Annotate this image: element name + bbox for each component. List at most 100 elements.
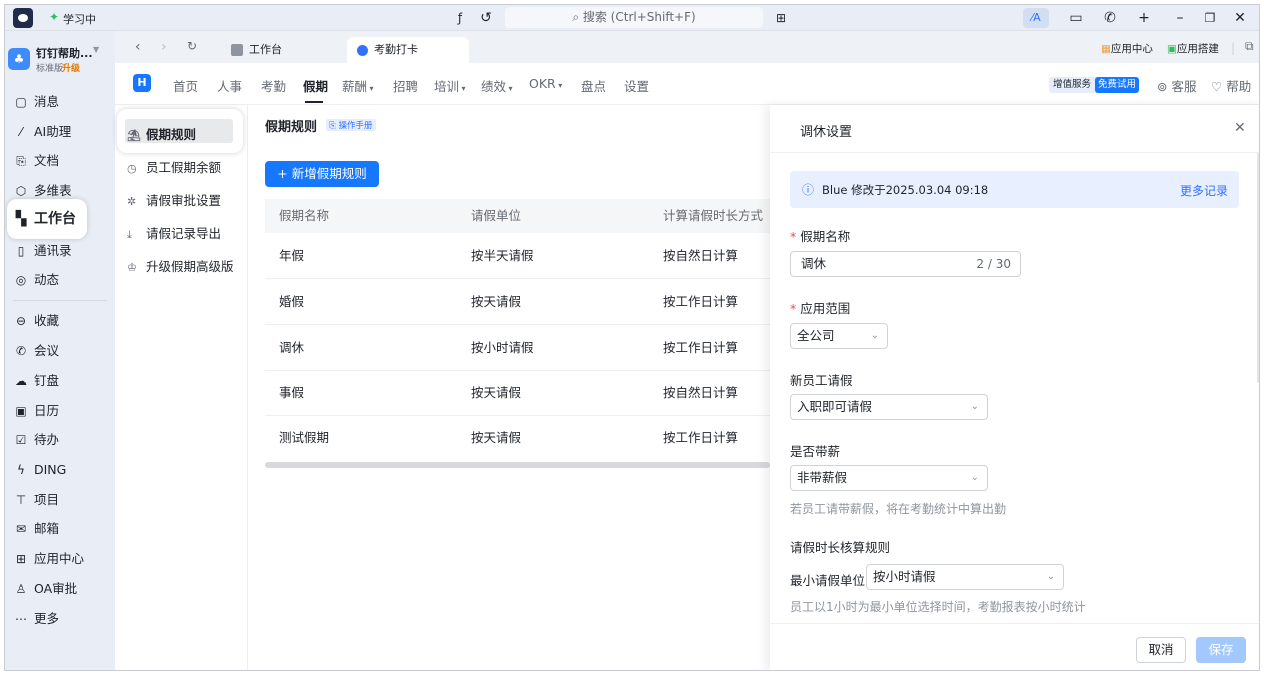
app-builder-link[interactable]: ▣应用搭建 [1167, 41, 1219, 56]
submenu-export-records[interactable]: ⤓ 请假记录导出 [127, 223, 221, 242]
sidebar-item-contacts[interactable]: ▯ 通讯录 [5, 237, 115, 265]
screen-icon[interactable]: ▭ [1067, 9, 1085, 27]
add-icon[interactable]: + [1135, 9, 1153, 27]
upgrade-link[interactable]: 升级 [62, 61, 80, 74]
sidebar-item-calendar[interactable]: ▣ 日历 [5, 397, 115, 425]
vertical-scrollbar[interactable] [1257, 153, 1259, 383]
submenu-leave-rules[interactable]: ⛱ 假期规则 [127, 124, 196, 143]
tab-attendance[interactable]: 考勤打卡 [347, 37, 469, 63]
nav-hr[interactable]: 人事 [217, 76, 242, 95]
avatar[interactable] [13, 8, 33, 28]
history-icon[interactable]: ↺ [477, 9, 495, 27]
nav-active-indicator [305, 101, 323, 103]
nav-recruit[interactable]: 招聘 [393, 76, 418, 95]
formula-icon[interactable]: ƒ [451, 9, 469, 27]
sidebar-item-label: OA审批 [34, 581, 78, 596]
cancel-button[interactable]: 取消 [1136, 637, 1186, 663]
nav-training[interactable]: 培训 ▾ [434, 76, 466, 95]
value-service-badge[interactable]: 增值服务 免费试用 [1049, 77, 1140, 93]
sidebar-item-activity[interactable]: ◎ 动态 [5, 266, 115, 294]
chevron-down-icon: ▾ [459, 84, 466, 93]
new-employee-select[interactable]: 入职即可请假 ⌄ [790, 394, 988, 420]
phone-icon[interactable]: ✆ [1101, 9, 1119, 27]
submenu-approval-settings[interactable]: ✲ 请假审批设置 [127, 190, 221, 209]
org-name[interactable]: 钉钉帮助... [36, 45, 93, 61]
leaf-icon: ✦ [49, 10, 60, 24]
close-icon[interactable]: ✕ [1234, 120, 1246, 136]
rule-section-title: 请假时长核算规则 [790, 540, 891, 555]
paid-select[interactable]: 非带薪假 ⌄ [790, 465, 988, 491]
nav-settings[interactable]: 设置 [624, 76, 649, 95]
sidebar-item-more[interactable]: ⋯ 更多 [5, 605, 115, 633]
org-logo[interactable]: ♣ [8, 48, 30, 70]
nav-okr[interactable]: OKR ▾ [529, 76, 562, 91]
main-content: 假期规则 ⎘ 操作手册 + 新增假期规则 假期名称 请假单位 计算请假时长方式 … [248, 105, 770, 670]
manual-link[interactable]: ⎘ 操作手册 [326, 119, 376, 131]
sidebar-item-label: 待办 [34, 432, 60, 447]
close-icon[interactable]: ✕ [1231, 9, 1249, 27]
column-header: 请假单位 [471, 208, 522, 223]
sidebar-item-messages[interactable]: ▢ 消息 [5, 88, 115, 116]
sidebar-item-projects[interactable]: ⊤ 项目 [5, 486, 115, 514]
nav-performance[interactable]: 绩效 ▾ [481, 76, 513, 95]
horizontal-scrollbar[interactable] [265, 462, 770, 468]
submenu-upgrade[interactable]: ♔ 升级假期高级版 [127, 256, 234, 275]
info-text: Blue 修改于2025.03.04 09:18 [822, 183, 989, 197]
add-leave-rule-button[interactable]: + 新增假期规则 [265, 161, 379, 187]
restore-icon[interactable]: ❐ [1201, 9, 1219, 27]
forward-icon[interactable]: › [161, 39, 167, 55]
search-icon: ⌕ [572, 10, 583, 24]
table-row[interactable]: 事假 按天请假 按自然日计算 [265, 370, 770, 416]
save-button[interactable]: 保存 [1196, 637, 1246, 663]
nav-leave[interactable]: 假期 [303, 76, 328, 95]
table-row[interactable]: 年假 按半天请假 按自然日计算 [265, 233, 770, 279]
apps-grid-icon[interactable]: ⊞ [772, 9, 790, 27]
min-unit-hint: 员工以1小时为最小单位选择时间，考勤报表按小时统计 [790, 600, 1086, 614]
tab-workbench[interactable]: 工作台 [221, 37, 329, 63]
support-link[interactable]: ⊚ 客服 [1157, 76, 1196, 95]
nav-inventory[interactable]: 盘点 [581, 76, 606, 95]
sidebar-item-todo[interactable]: ☑ 待办 [5, 426, 115, 454]
new-window-icon[interactable]: ⧉ [1245, 39, 1254, 54]
nav-home[interactable]: 首页 [173, 76, 198, 95]
sidebar-item-drive[interactable]: ☁ 钉盘 [5, 367, 115, 395]
nav-payroll[interactable]: 薪酬 ▾ [342, 76, 374, 95]
page-title: 假期规则 [265, 120, 318, 135]
ai-assistant-button[interactable]: ⁄A [1023, 8, 1049, 28]
more-records-link[interactable]: 更多记录 [1180, 182, 1228, 199]
header-divider [770, 152, 1259, 153]
sidebar-item-meetings[interactable]: ✆ 会议 [5, 337, 115, 365]
sidebar-item-favorites[interactable]: ⊖ 收藏 [5, 307, 115, 335]
table-cell: 按半天请假 [471, 248, 534, 263]
sidebar-item-mail[interactable]: ✉ 邮箱 [5, 515, 115, 543]
chevron-down-icon[interactable]: ▼ [93, 45, 99, 54]
sidebar-item-label: 更多 [34, 611, 60, 626]
search-input[interactable]: ⌕ 搜索 (Ctrl+Shift+F) [505, 7, 763, 28]
learning-status[interactable]: 学习中 [63, 11, 96, 27]
org-edition: 标准版 [36, 64, 64, 74]
leave-name-input[interactable]: 调休 2 / 30 [790, 251, 1021, 277]
sidebar-item-ai[interactable]: ⁄ AI助理 [5, 118, 115, 146]
help-icon: ♡ [1211, 79, 1223, 94]
chevron-down-icon: ⌄ [970, 401, 979, 412]
table-row[interactable]: 调休 按小时请假 按工作日计算 [265, 325, 770, 371]
table-cell: 按天请假 [471, 430, 522, 445]
sidebar-item-docs[interactable]: ⎘ 文档 [5, 147, 115, 175]
back-icon[interactable]: ‹ [135, 39, 141, 55]
sidebar-item-app-center[interactable]: ⊞ 应用中心 [5, 545, 115, 573]
sidebar-item-oa[interactable]: ♙ OA审批 [5, 575, 115, 603]
sidebar-item-label: 多维表 [34, 183, 72, 198]
sidebar-item-workbench[interactable]: ▚ 工作台 [5, 205, 115, 233]
minimize-icon[interactable]: – [1171, 9, 1189, 27]
table-row[interactable]: 测试假期 按天请假 按工作日计算 [265, 415, 770, 461]
help-link[interactable]: ♡ 帮助 [1211, 76, 1251, 95]
app-center-link[interactable]: ▦应用中心 [1101, 41, 1153, 56]
message-icon: ▢ [15, 95, 27, 109]
sidebar-item-ding[interactable]: ϟ DING [5, 456, 115, 484]
refresh-icon[interactable]: ↻ [187, 39, 197, 53]
table-row[interactable]: 婚假 按天请假 按工作日计算 [265, 279, 770, 325]
nav-attendance[interactable]: 考勤 [261, 76, 286, 95]
scope-select[interactable]: 全公司 ⌄ [790, 323, 888, 349]
min-unit-select[interactable]: 按小时请假 ⌄ [866, 564, 1064, 590]
submenu-leave-balance[interactable]: ◷ 员工假期余额 [127, 157, 221, 176]
